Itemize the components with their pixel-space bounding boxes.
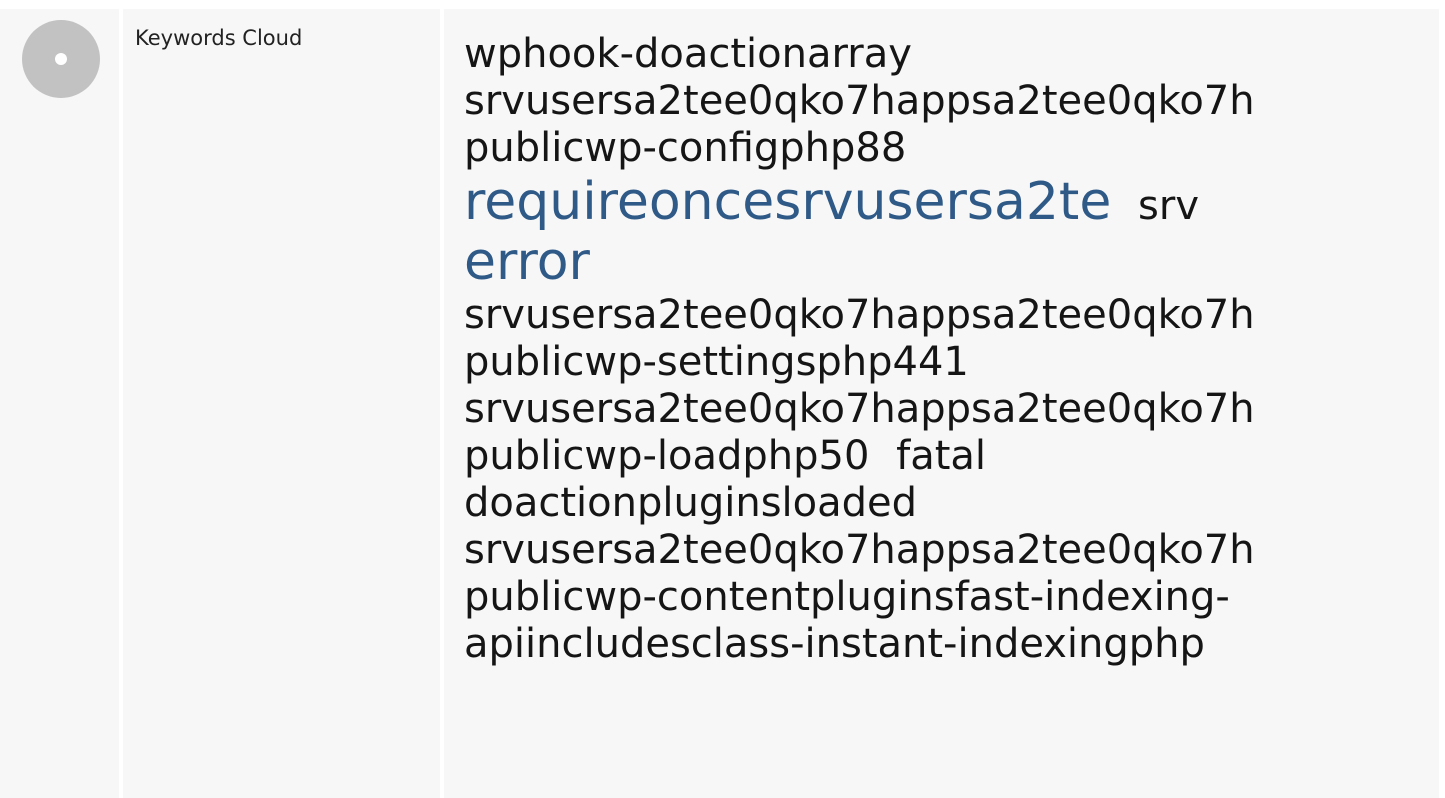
status-icon-cell <box>0 9 119 798</box>
keyword-highlighted: error <box>464 232 590 292</box>
status-dot-center <box>55 53 67 65</box>
keyword: srv <box>1138 183 1199 229</box>
keyword: srvusersa2tee0qko7happsa2tee0qko7h publi… <box>464 386 1255 479</box>
keyword: wphook-doactionarray <box>464 31 912 77</box>
keyword: fatal <box>896 433 987 479</box>
keyword: srvusersa2tee0qko7happsa2tee0qko7h publi… <box>464 527 1255 667</box>
keyword-highlighted: requireoncesrvusersa2te <box>464 172 1112 232</box>
neutral-circle-icon <box>22 20 100 98</box>
value-cell: wphook-doactionarray srvusersa2tee0qko7h… <box>444 9 1439 798</box>
row-label: Keywords Cloud <box>135 26 303 50</box>
label-cell: Keywords Cloud <box>123 9 440 798</box>
keyword: srvusersa2tee0qko7happsa2tee0qko7h publi… <box>464 292 1255 385</box>
keyword: doactionpluginsloaded <box>464 480 918 526</box>
keyword-cloud: wphook-doactionarray srvusersa2tee0qko7h… <box>464 31 1424 668</box>
keyword: srvusersa2tee0qko7happsa2tee0qko7h publi… <box>464 78 1255 171</box>
keywords-cloud-row: Keywords Cloud wphook-doactionarray srvu… <box>0 0 1445 798</box>
